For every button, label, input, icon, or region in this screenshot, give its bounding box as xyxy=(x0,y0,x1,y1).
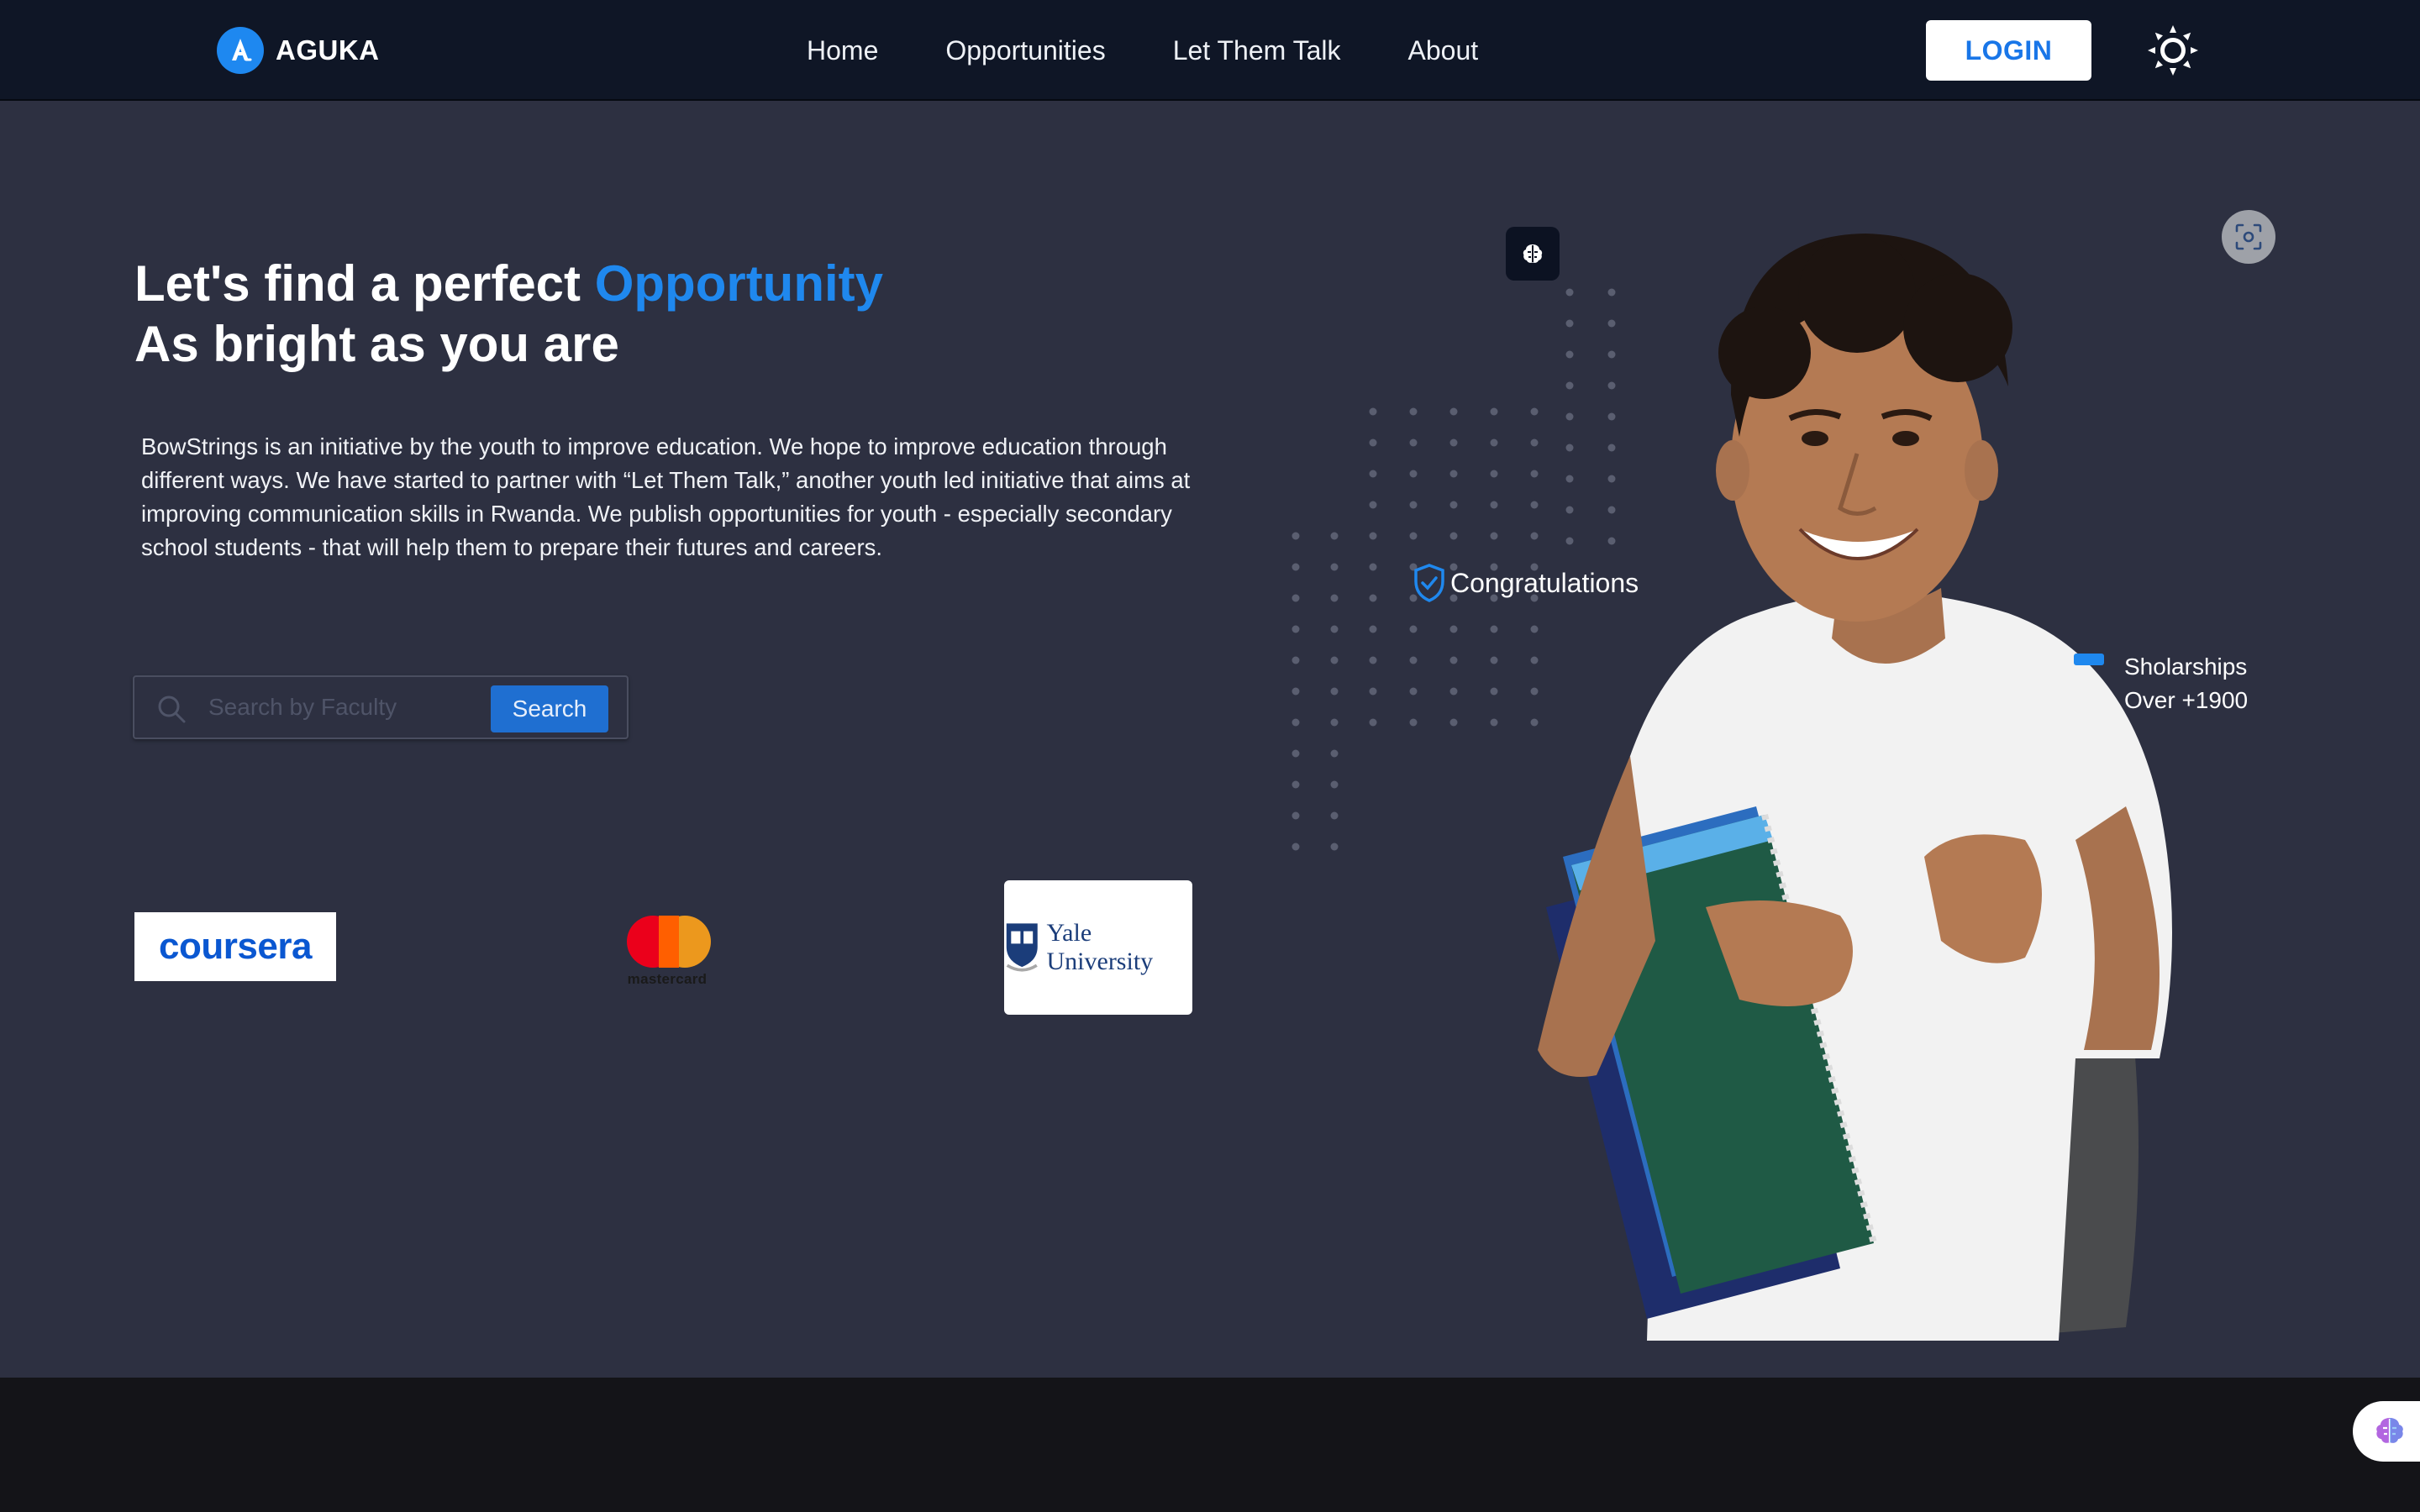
theme-toggle-button[interactable] xyxy=(2146,24,2200,77)
search-box: Search xyxy=(133,675,629,739)
coursera-logo: coursera xyxy=(134,912,336,981)
nav-links: Home Opportunities Let Them Talk About xyxy=(807,30,1545,71)
a-logo-icon xyxy=(217,27,264,74)
hero-title-accent: Opportunity xyxy=(594,255,883,312)
login-button[interactable]: LOGIN xyxy=(1926,20,2091,81)
brain-icon xyxy=(2376,1418,2403,1443)
hero-title-line2: As bright as you are xyxy=(134,316,619,372)
assistant-button[interactable] xyxy=(2353,1401,2420,1462)
nav-link-about[interactable]: About xyxy=(1408,35,1479,66)
yale-wordmark: Yale University xyxy=(1046,919,1154,975)
navbar: AGUKA Home Opportunities Let Them Talk A… xyxy=(0,0,2420,101)
scholarships-label: Sholarships xyxy=(2124,654,2248,680)
hero-description: BowStrings is an initiative by the youth… xyxy=(141,433,1191,560)
search-icon xyxy=(158,696,186,723)
hero-title: Let's find a perfect Opportunity As brig… xyxy=(134,254,883,375)
mastercard-wordmark: mastercard xyxy=(627,971,708,987)
congratulations-badge: Congratulations xyxy=(1412,563,1639,603)
mastercard-logo: mastercard xyxy=(615,907,719,991)
search-button[interactable]: Search xyxy=(491,685,608,732)
yale-logo: Yale University xyxy=(1004,880,1192,1015)
nav-link-let-them-talk[interactable]: Let Them Talk xyxy=(1173,35,1341,66)
scholarships-marker xyxy=(2074,654,2104,665)
yale-shield-icon xyxy=(1006,923,1038,972)
brand-name: AGUKA xyxy=(276,34,380,66)
student-photo xyxy=(1538,234,2172,1341)
sun-icon xyxy=(2148,25,2198,76)
congratulations-label: Congratulations xyxy=(1450,567,1639,598)
hero-title-part1: Let's find a perfect xyxy=(134,255,595,312)
footer xyxy=(0,1378,2420,1512)
nav-link-opportunities[interactable]: Opportunities xyxy=(945,35,1105,66)
nav-link-home[interactable]: Home xyxy=(807,35,878,66)
scholarships-count: Over +1900 xyxy=(2124,687,2249,713)
shield-check-icon xyxy=(1414,564,1444,602)
scholarships-badge: Sholarships Over +1900 xyxy=(2124,650,2248,717)
brand[interactable]: AGUKA xyxy=(217,27,380,74)
